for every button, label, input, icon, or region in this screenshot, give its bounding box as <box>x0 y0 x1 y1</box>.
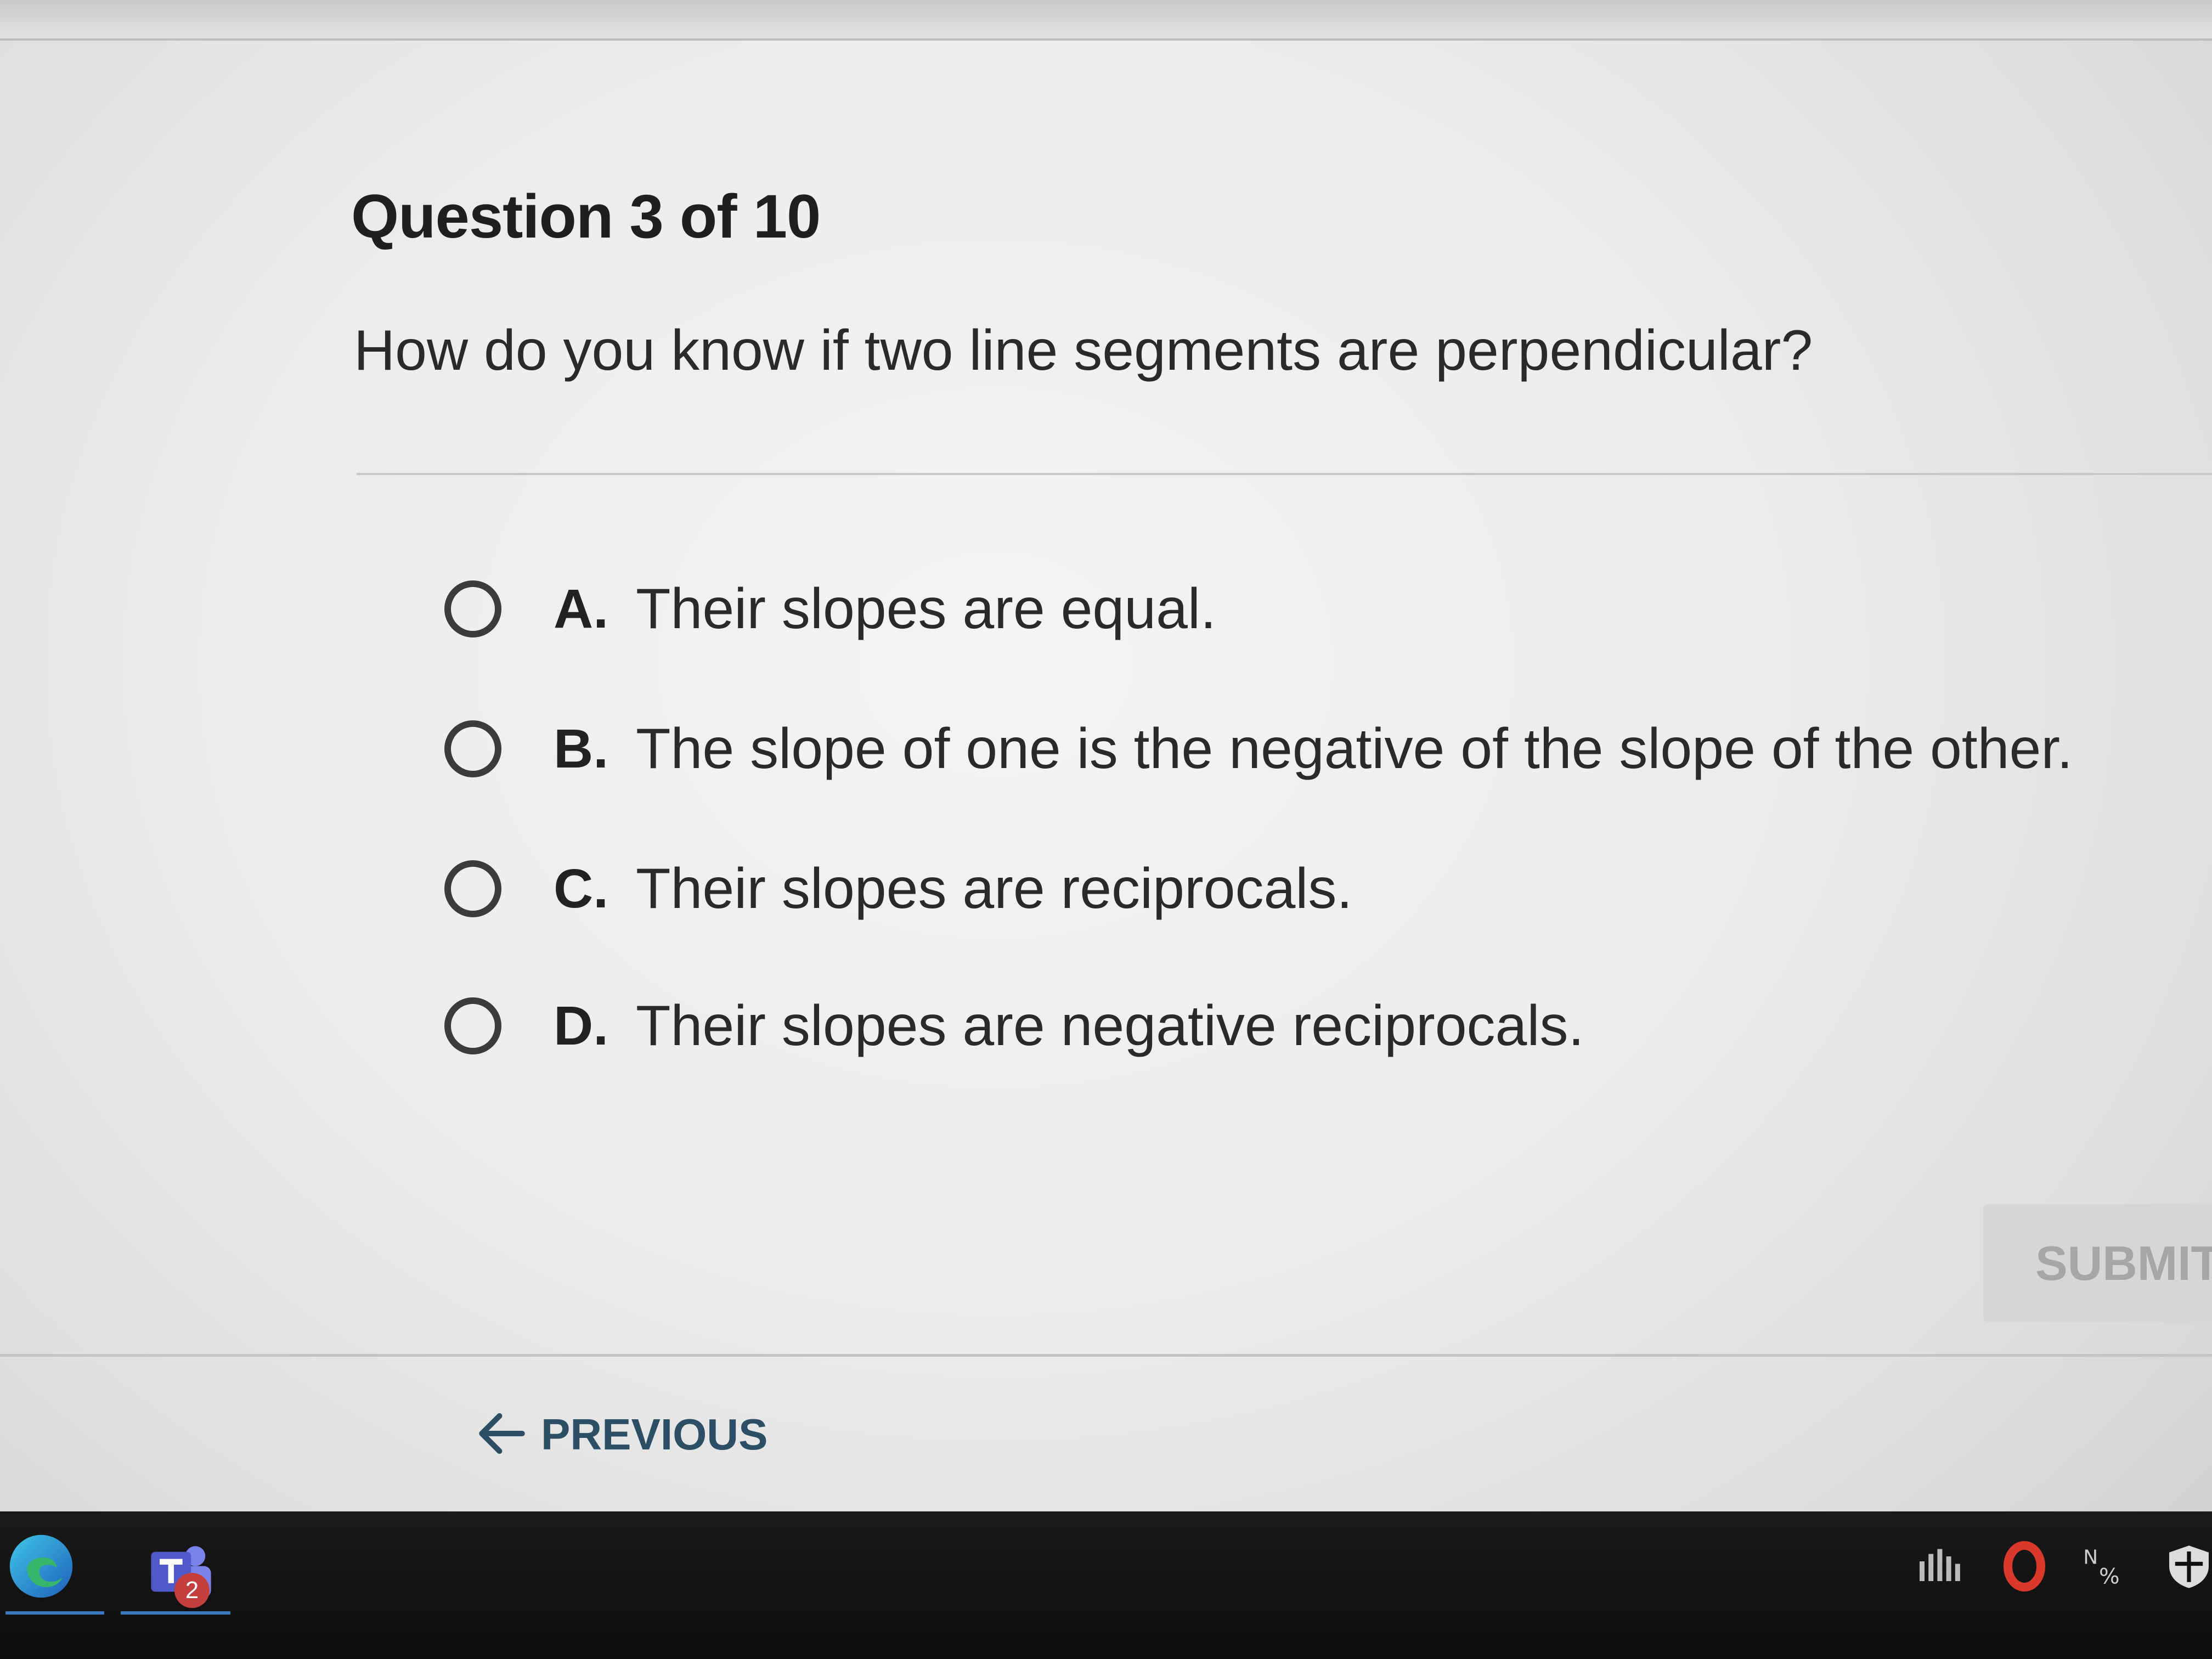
shield-icon[interactable] <box>2164 1539 2212 1594</box>
edge-active-indicator <box>5 1611 104 1615</box>
choice-letter-a: A. <box>554 578 608 640</box>
radio-button-b[interactable] <box>444 720 501 777</box>
radio-button-c[interactable] <box>444 860 501 917</box>
signal-icon[interactable] <box>1915 1542 1964 1591</box>
answer-choice-c[interactable]: C. Their slopes are reciprocals. <box>444 848 1352 930</box>
choice-text-a: Their slopes are equal. <box>636 577 1216 641</box>
quiz-screen: Question 3 of 10 How do you know if two … <box>0 0 2212 1659</box>
question-divider <box>357 473 2212 475</box>
svg-text:%: % <box>2099 1564 2120 1589</box>
edge-icon[interactable] <box>5 1531 77 1602</box>
choice-letter-c: C. <box>554 857 608 919</box>
previous-label: PREVIOUS <box>541 1410 768 1459</box>
office-icon[interactable] <box>1997 1539 2052 1594</box>
answer-choice-a[interactable]: A. Their slopes are equal. <box>444 568 1216 650</box>
question-counter: Question 3 of 10 <box>351 182 821 251</box>
radio-button-a[interactable] <box>444 580 501 637</box>
choice-letter-d: D. <box>554 995 608 1057</box>
arrow-left-icon <box>472 1403 532 1466</box>
footer-divider <box>0 1354 2212 1357</box>
answer-choice-b[interactable]: B. The slope of one is the negative of t… <box>444 708 2073 790</box>
taskbar: 2 N % <box>0 1511 2212 1659</box>
teams-active-indicator <box>121 1611 230 1615</box>
choice-letter-b: B. <box>554 718 608 780</box>
submit-button[interactable]: SUBMIT <box>1983 1204 2212 1322</box>
answer-choice-d[interactable]: D. Their slopes are negative reciprocals… <box>444 985 1584 1067</box>
browser-top-edge <box>0 0 2212 41</box>
choice-text-c: Their slopes are reciprocals. <box>636 856 1353 921</box>
choice-text-d: Their slopes are negative reciprocals. <box>636 994 1584 1058</box>
language-icon[interactable]: N % <box>2079 1542 2129 1591</box>
previous-button[interactable]: PREVIOUS <box>472 1402 768 1468</box>
radio-button-d[interactable] <box>444 997 501 1054</box>
notification-badge: 2 <box>174 1573 210 1608</box>
question-prompt: How do you know if two line segments are… <box>354 319 1813 382</box>
choice-text-b: The slope of one is the negative of the … <box>636 716 2073 781</box>
svg-text:N: N <box>2083 1547 2098 1569</box>
